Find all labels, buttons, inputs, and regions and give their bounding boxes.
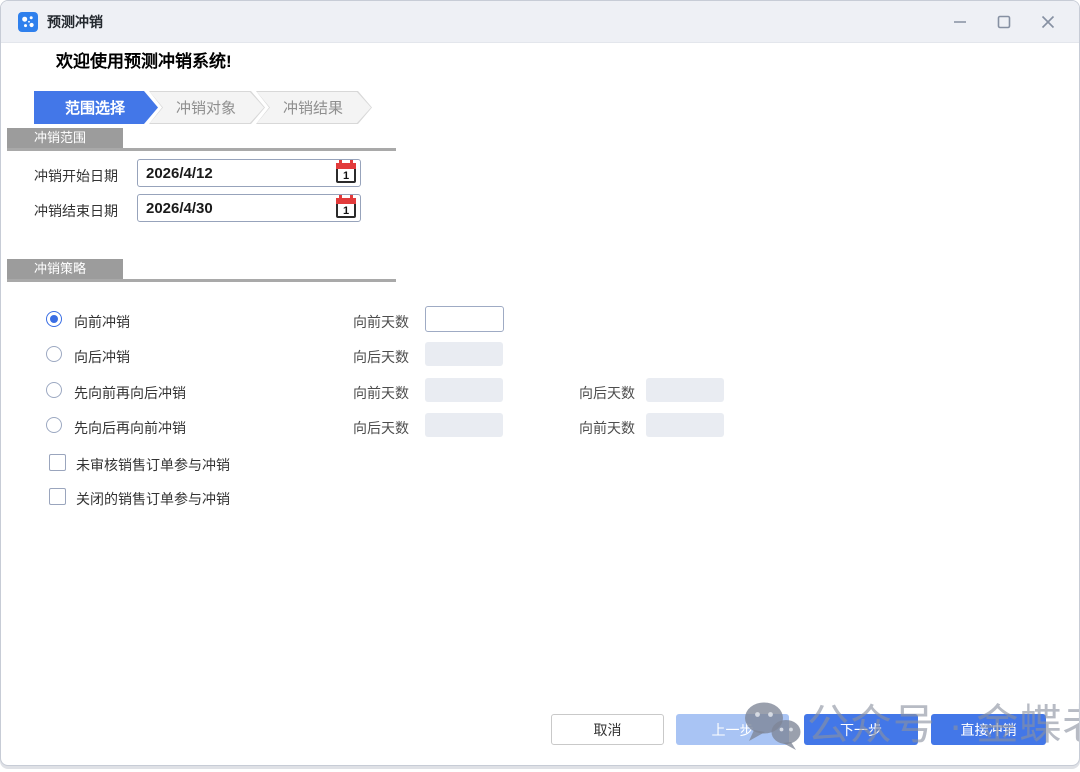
checkbox-closed-orders[interactable]: [49, 488, 66, 505]
step-label: 冲销对象: [149, 91, 265, 124]
title-bar: 预测冲销: [1, 1, 1079, 43]
dialog-window: 预测冲销 欢迎使用预测冲销系统! 范围选择 冲销对象: [0, 0, 1080, 766]
end-date-calendar-icon[interactable]: 1: [335, 197, 357, 219]
option-label: 先向前再向后冲销: [74, 383, 186, 403]
welcome-text: 欢迎使用预测冲销系统!: [56, 47, 232, 72]
close-button[interactable]: [1033, 7, 1063, 37]
radio-forward-then-backward[interactable]: [46, 382, 62, 398]
cancel-button[interactable]: 取消: [551, 714, 664, 745]
backward-days-label: 向后天数: [353, 418, 409, 438]
direct-writeoff-button[interactable]: 直接冲销: [931, 714, 1046, 745]
app-logo-icon: [18, 12, 38, 32]
maximize-button[interactable]: [989, 7, 1019, 37]
backward-days-label: 向后天数: [353, 347, 409, 367]
scope-section-header: 冲销范围: [7, 128, 396, 151]
wizard-steps: 范围选择 冲销对象 冲销结果: [34, 91, 372, 124]
backward-days-input: [425, 342, 503, 366]
radio-backward-writeoff[interactable]: [46, 346, 62, 362]
minimize-button[interactable]: [945, 7, 975, 37]
step-label: 范围选择: [34, 91, 158, 124]
start-date-calendar-icon[interactable]: 1: [335, 162, 357, 184]
end-date-label: 冲销结束日期: [34, 201, 118, 221]
forward-days-label: 向前天数: [353, 383, 409, 403]
step-writeoff-target[interactable]: 冲销对象: [149, 91, 265, 124]
previous-step-button[interactable]: 上一步: [676, 714, 789, 745]
forward-days-input[interactable]: [425, 306, 504, 332]
forward-days-input: [646, 413, 724, 437]
strategy-section-header: 冲销策略: [7, 259, 396, 282]
step-scope-selection[interactable]: 范围选择: [34, 91, 158, 124]
start-date-input[interactable]: [138, 160, 335, 186]
strategy-section-title: 冲销策略: [7, 259, 123, 279]
radio-forward-writeoff[interactable]: [46, 311, 62, 327]
checkbox-label: 未审核销售订单参与冲销: [76, 455, 230, 475]
scope-section-title: 冲销范围: [7, 128, 123, 148]
window-title: 预测冲销: [47, 12, 103, 32]
next-step-button[interactable]: 下一步: [804, 714, 918, 745]
step-label: 冲销结果: [256, 91, 372, 124]
checkbox-unapproved-orders[interactable]: [49, 454, 66, 471]
backward-days-input: [425, 413, 503, 437]
forward-days-input: [425, 378, 503, 402]
start-date-field: 1: [137, 159, 361, 187]
radio-backward-then-forward[interactable]: [46, 417, 62, 433]
forward-days-label: 向前天数: [353, 312, 409, 332]
checkbox-label: 关闭的销售订单参与冲销: [76, 489, 230, 509]
backward-days-input: [646, 378, 724, 402]
end-date-field: 1: [137, 194, 361, 222]
option-label: 向后冲销: [74, 347, 130, 367]
option-label: 向前冲销: [74, 312, 130, 332]
end-date-input[interactable]: [138, 195, 335, 221]
option-label: 先向后再向前冲销: [74, 418, 186, 438]
step-writeoff-result[interactable]: 冲销结果: [256, 91, 372, 124]
start-date-label: 冲销开始日期: [34, 166, 118, 186]
forward-days-label: 向前天数: [579, 418, 635, 438]
backward-days-label: 向后天数: [579, 383, 635, 403]
window-controls: [945, 7, 1079, 37]
